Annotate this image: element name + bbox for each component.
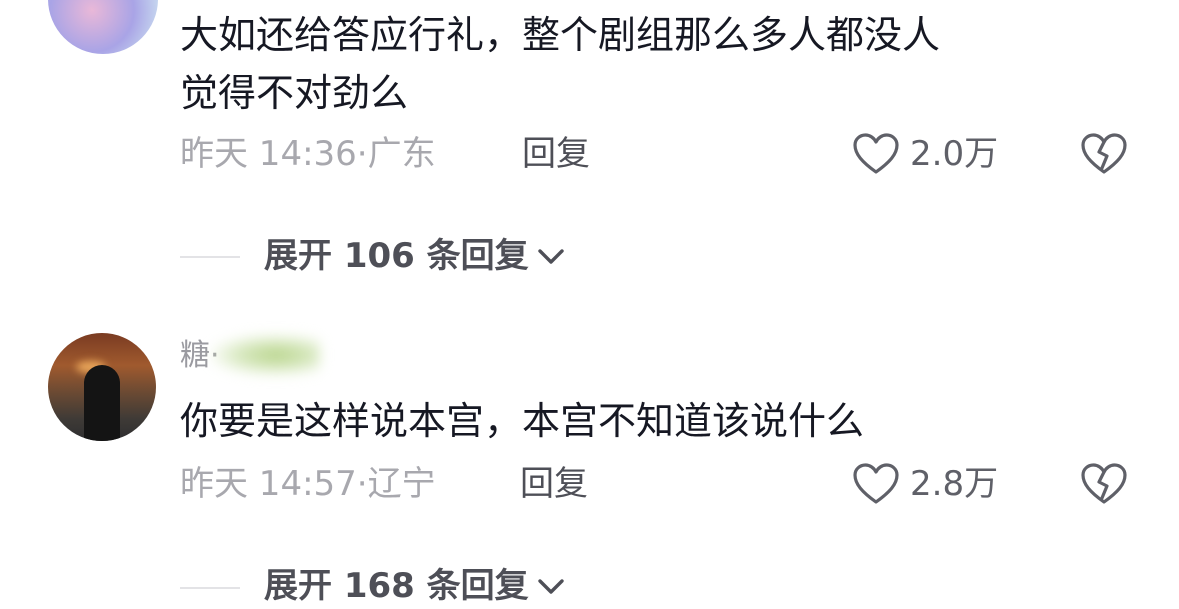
- chevron-down-icon: [537, 249, 564, 264]
- comment-text: 你要是这样说本宫，本宫不知道该说什么: [180, 399, 865, 443]
- like-button[interactable]: [852, 462, 900, 506]
- expand-replies-button[interactable]: 展开 106 条回复: [264, 236, 567, 276]
- comment-location: 辽宁: [367, 464, 436, 504]
- comment-meta: 昨天 14:36·广东: [180, 134, 436, 174]
- comment-time: 昨天 14:57: [180, 464, 357, 504]
- expand-replies-button[interactable]: 展开 168 条回复: [264, 566, 567, 606]
- avatar[interactable]: [48, 0, 158, 54]
- avatar[interactable]: [48, 333, 156, 441]
- comment-time: 昨天 14:36: [180, 134, 357, 174]
- like-count: 2.8万: [910, 464, 999, 504]
- comment-text-continued: 觉得不对劲么: [180, 71, 409, 115]
- broken-heart-icon: [1081, 133, 1127, 174]
- meta-separator: ·: [356, 134, 368, 174]
- comment-meta: 昨天 14:57·辽宁: [180, 464, 436, 504]
- dislike-button[interactable]: [1080, 462, 1128, 506]
- meta-separator: ·: [356, 464, 368, 504]
- comment-location: 广东: [367, 134, 436, 174]
- reply-button[interactable]: 回复: [522, 134, 590, 174]
- chevron-down-icon: [537, 579, 564, 594]
- divider-line: [180, 587, 240, 589]
- divider-line: [180, 256, 240, 258]
- reply-button[interactable]: 回复: [520, 464, 588, 504]
- expand-replies-label: 展开 106 条回复: [264, 236, 529, 276]
- like-count: 2.0万: [910, 134, 999, 174]
- username-blur: [210, 334, 320, 376]
- heart-outline-icon: [853, 463, 899, 504]
- broken-heart-icon: [1081, 463, 1127, 504]
- expand-replies-label: 展开 168 条回复: [264, 566, 529, 606]
- heart-outline-icon: [853, 133, 899, 174]
- avatar-silhouette: [84, 365, 120, 441]
- dislike-button[interactable]: [1080, 132, 1128, 176]
- like-button[interactable]: [852, 132, 900, 176]
- comment-text: 大如还给答应行礼，整个剧组那么多人都没人: [180, 13, 941, 57]
